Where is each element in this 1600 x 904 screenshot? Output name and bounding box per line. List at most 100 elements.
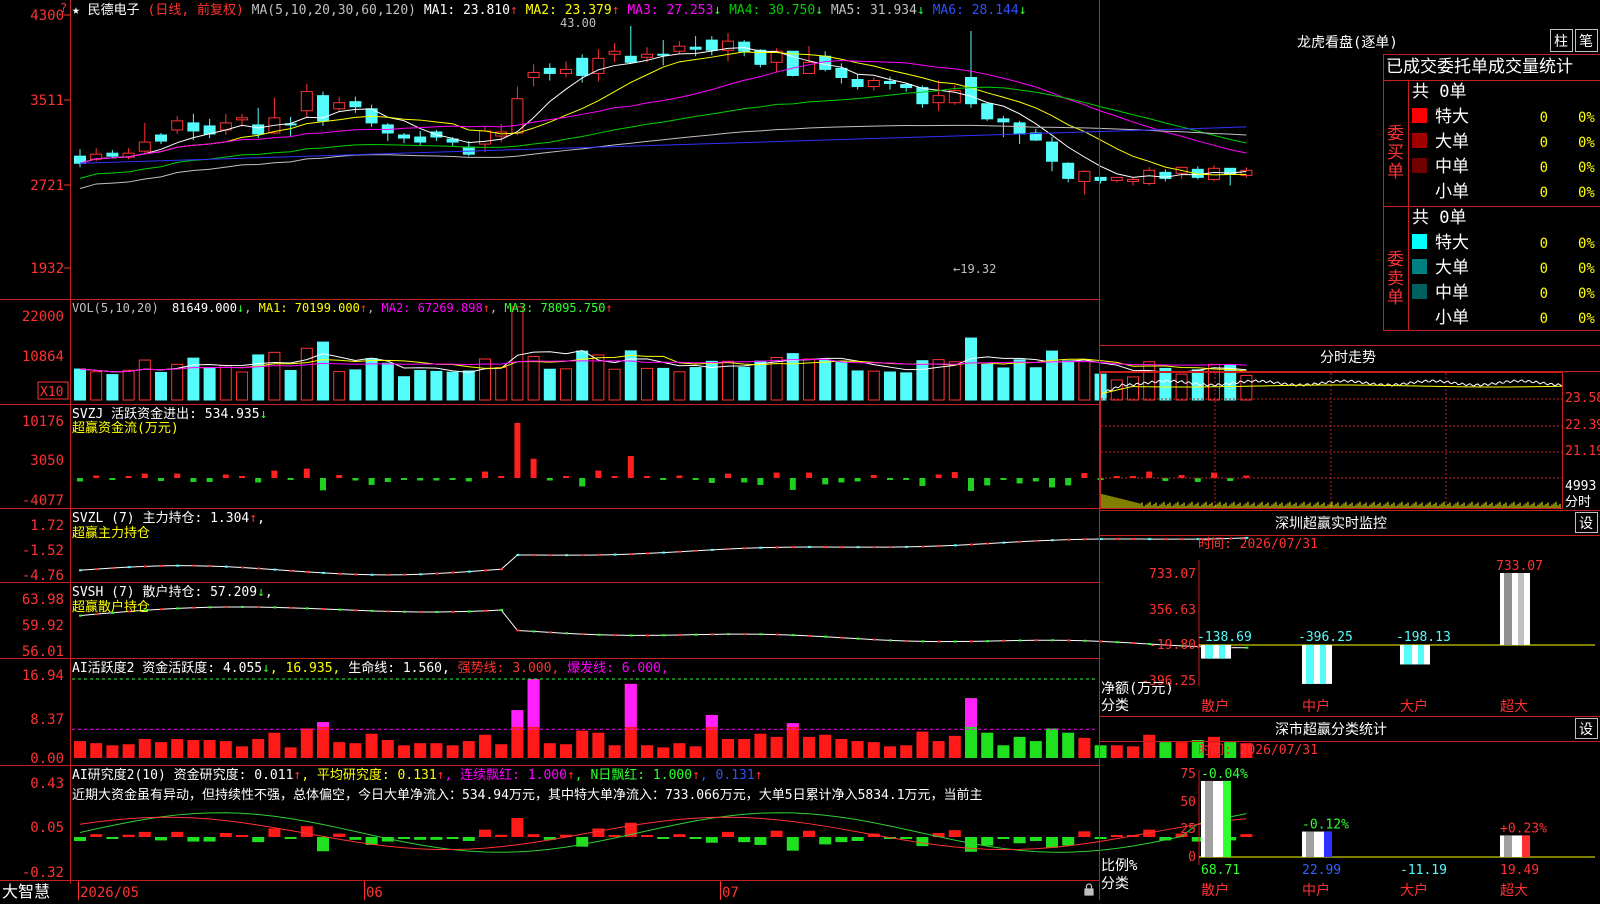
candle[interactable] bbox=[705, 36, 718, 56]
sz-monitor-value-label: -138.69 bbox=[1197, 630, 1252, 645]
candle[interactable] bbox=[90, 148, 103, 162]
svsh-mark bbox=[305, 607, 309, 610]
svzl-mark bbox=[710, 548, 714, 551]
research-bar bbox=[981, 837, 994, 846]
candle[interactable] bbox=[1127, 177, 1139, 186]
svzl-mark bbox=[1132, 537, 1135, 540]
fund-flow-bar bbox=[449, 478, 456, 480]
dzh-terminal-window: ★ 民德电子 (日线, 前复权) MA(5,10,20,30,60,120) M… bbox=[0, 0, 1600, 901]
candle[interactable] bbox=[155, 132, 167, 145]
minute-y-axis: 23.58 22.39 21.19 4993 分时 bbox=[1565, 391, 1600, 510]
vol-value: 81649.000 bbox=[172, 301, 237, 315]
fund-flow-bar bbox=[109, 478, 116, 480]
svsh-retail-holding-panel[interactable] bbox=[79, 605, 1249, 649]
candle[interactable] bbox=[122, 148, 135, 160]
candle[interactable] bbox=[560, 61, 572, 78]
svsh-mark bbox=[257, 606, 261, 609]
sz-monitor-y-label: -19.80 bbox=[1149, 638, 1196, 653]
candle[interactable] bbox=[106, 150, 119, 159]
research-bar bbox=[1046, 837, 1058, 848]
svsh-mark bbox=[727, 633, 730, 636]
sz-monitor-bar[interactable] bbox=[1302, 645, 1332, 684]
research-bar bbox=[592, 828, 605, 837]
candle[interactable] bbox=[1175, 166, 1188, 179]
fund-flow-bar bbox=[158, 478, 164, 481]
candle[interactable] bbox=[74, 149, 86, 168]
fund-flow-bar bbox=[773, 472, 780, 478]
candle[interactable] bbox=[381, 122, 394, 142]
sz-class-bar[interactable] bbox=[1302, 831, 1332, 857]
candle[interactable] bbox=[624, 26, 637, 64]
candle[interactable] bbox=[284, 116, 297, 137]
candle[interactable] bbox=[981, 103, 994, 121]
kline-panel[interactable] bbox=[74, 26, 1253, 195]
svsh-mark bbox=[241, 605, 244, 608]
fund-flow-bar bbox=[725, 473, 731, 478]
candle[interactable] bbox=[1078, 170, 1091, 195]
star-icon[interactable]: ★ bbox=[72, 3, 80, 18]
candle[interactable] bbox=[657, 40, 670, 66]
candle[interactable] bbox=[608, 43, 621, 63]
candle[interactable] bbox=[527, 64, 540, 87]
svzj-fund-flow-panel[interactable] bbox=[77, 423, 1250, 491]
candle[interactable] bbox=[1110, 176, 1123, 183]
ai-activity-panel[interactable] bbox=[72, 678, 1253, 758]
lock-icon[interactable] bbox=[1084, 883, 1094, 896]
candle[interactable] bbox=[673, 41, 686, 55]
period-mode[interactable]: (日线, 前复权) bbox=[148, 2, 244, 18]
candle[interactable] bbox=[187, 113, 200, 141]
research-bar bbox=[219, 833, 232, 837]
svzl-mark bbox=[403, 573, 406, 576]
sz-monitor-bar[interactable] bbox=[1201, 645, 1231, 659]
sz-class-bar[interactable] bbox=[1201, 780, 1231, 857]
candle[interactable] bbox=[219, 113, 232, 136]
candle[interactable] bbox=[1046, 137, 1058, 172]
svsh-y-axis: 63.98 59.92 56.01 bbox=[22, 592, 64, 660]
candle[interactable] bbox=[300, 83, 313, 117]
ai-research-panel[interactable] bbox=[74, 812, 1253, 853]
sz-monitor-bar[interactable] bbox=[1400, 645, 1430, 665]
stock-name[interactable]: 民德电子 bbox=[88, 3, 140, 18]
candle[interactable] bbox=[138, 122, 151, 154]
sz-monitor-bar[interactable] bbox=[1500, 573, 1530, 645]
volume-bar bbox=[689, 367, 702, 401]
candle[interactable] bbox=[268, 97, 281, 134]
activity-bar bbox=[560, 744, 572, 758]
fund-flow-bar bbox=[968, 478, 974, 491]
sell-legend-swatch bbox=[1412, 234, 1427, 249]
sz-monitor-category: 超大 bbox=[1500, 699, 1528, 715]
activity-bar bbox=[106, 745, 119, 758]
candle[interactable] bbox=[414, 130, 427, 147]
candle[interactable] bbox=[543, 63, 556, 81]
minute-trend-panel[interactable]: 分时走势 23.58 22.39 21.19 4993 分时 bbox=[1099, 345, 1600, 511]
volume-bar bbox=[624, 350, 637, 401]
candle[interactable] bbox=[1013, 120, 1026, 145]
sz-class-bar[interactable] bbox=[1500, 835, 1530, 857]
candle[interactable] bbox=[851, 74, 864, 90]
candle[interactable] bbox=[1094, 176, 1107, 184]
svg-text:SVZJ 活跃资金进出: 534.935↓: SVZJ 活跃资金进出: 534.935↓ bbox=[72, 406, 267, 422]
sz-realtime-monitor-panel[interactable]: 深圳超赢实时监控 设 时间: 2026/07/31 -138.69 散户 -396.… bbox=[1099, 510, 1600, 716]
candle[interactable] bbox=[1062, 162, 1075, 183]
sz-class-stat-panel[interactable]: 深市超赢分类统计 设 时间: 2026/07/31 68.71 -0.04% 散户 2… bbox=[1099, 716, 1600, 900]
activity-bar bbox=[74, 741, 86, 758]
candle[interactable] bbox=[592, 49, 605, 82]
candle[interactable] bbox=[932, 80, 945, 111]
candle[interactable] bbox=[867, 77, 880, 91]
sz-class-change-label: +0.23% bbox=[1500, 821, 1547, 836]
volume-panel[interactable] bbox=[74, 306, 1253, 401]
candle[interactable] bbox=[1224, 167, 1237, 186]
fund-flow-bar bbox=[1049, 478, 1055, 488]
candle[interactable] bbox=[252, 107, 265, 139]
volume-bar bbox=[430, 370, 443, 401]
candle[interactable] bbox=[722, 33, 734, 62]
candle[interactable] bbox=[398, 132, 410, 144]
candle[interactable] bbox=[462, 141, 475, 157]
svzl-main-holding-panel[interactable] bbox=[79, 536, 1249, 576]
candle[interactable] bbox=[1029, 128, 1042, 142]
activity-bar bbox=[689, 746, 702, 758]
candle[interactable] bbox=[1159, 169, 1172, 182]
dragon-title: 龙虎看盘(逐单) bbox=[1297, 34, 1398, 51]
candle[interactable] bbox=[171, 115, 184, 134]
candle[interactable] bbox=[333, 96, 346, 112]
